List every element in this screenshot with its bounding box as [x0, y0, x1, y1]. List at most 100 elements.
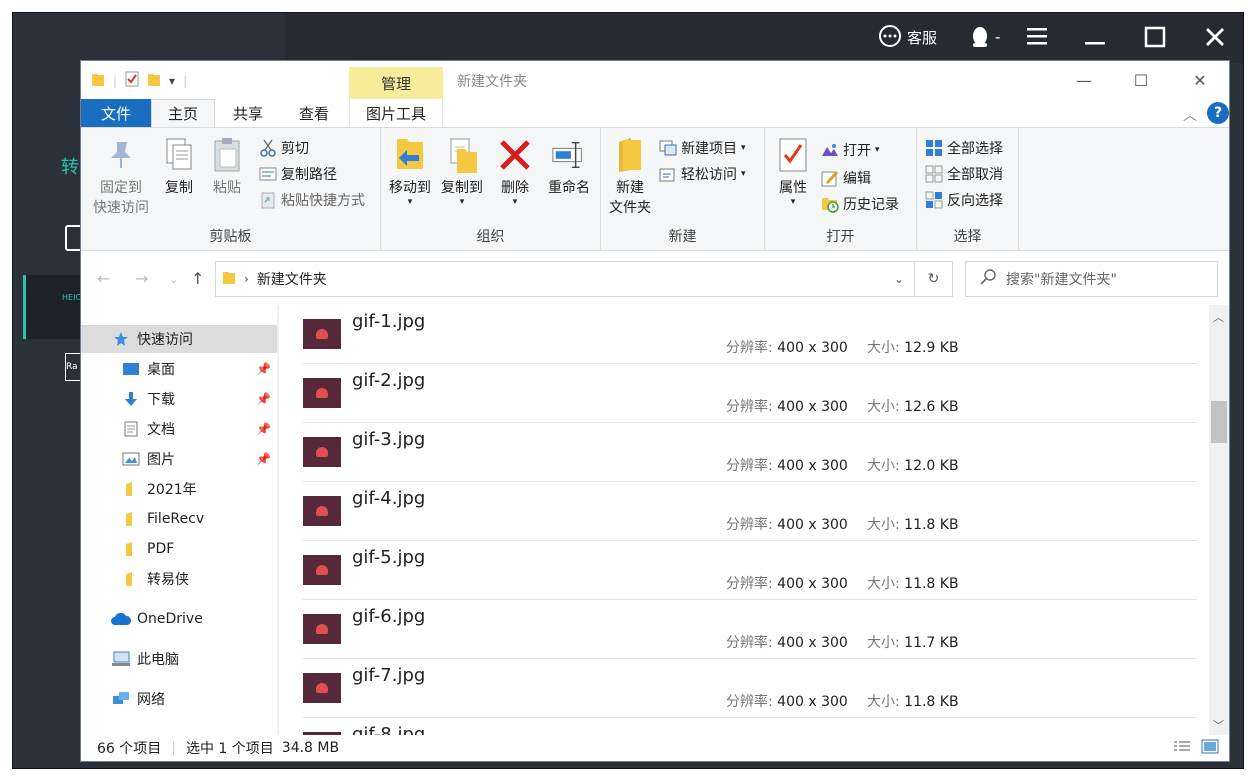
new-item-button[interactable]: 新建项目 ▾: [659, 138, 746, 158]
nav-folder-zhuanyixia[interactable]: 转易侠: [81, 565, 277, 593]
select-all-button[interactable]: 全部选择: [925, 138, 1003, 158]
details-view-icon[interactable]: [1173, 740, 1191, 758]
tab-home[interactable]: 主页: [151, 99, 215, 127]
search-input[interactable]: 搜索"新建文件夹": [965, 261, 1218, 297]
scroll-thumb[interactable]: [1211, 401, 1227, 443]
customer-service-button[interactable]: 客服: [877, 25, 937, 49]
maximize-icon: [1143, 25, 1167, 49]
edit-button[interactable]: 编辑: [821, 168, 871, 188]
folder-icon: [121, 540, 141, 558]
copy-icon: [161, 134, 197, 176]
file-row[interactable]: gif-5.jpg 分辨率: 400 x 300 大小: 11.8 KB: [303, 541, 1197, 600]
file-row[interactable]: gif-1.jpg 分辨率: 400 x 300 大小: 12.9 KB: [303, 305, 1197, 364]
easy-access-button[interactable]: 轻松访问 ▾: [659, 164, 746, 184]
file-name: gif-2.jpg: [352, 370, 426, 391]
file-row[interactable]: gif-4.jpg 分辨率: 400 x 300 大小: 11.8 KB: [303, 482, 1197, 541]
tab-file[interactable]: 文件: [81, 99, 151, 127]
back-arrow-icon[interactable]: ←: [97, 269, 110, 288]
pin-icon: 📌: [256, 392, 271, 406]
customize-dropdown-icon[interactable]: ▾: [169, 74, 175, 88]
new-folder-qat-icon[interactable]: [147, 71, 161, 90]
copy-to-button[interactable]: 复制到 ▾: [437, 134, 487, 207]
address-dropdown-icon[interactable]: ⌄: [894, 272, 904, 286]
copy-path-button[interactable]: 复制路径: [259, 164, 337, 184]
breadcrumb-current[interactable]: 新建文件夹: [257, 269, 327, 289]
file-row[interactable]: gif-6.jpg 分辨率: 400 x 300 大小: 11.7 KB: [303, 600, 1197, 659]
resolution-label: 分辨率:: [726, 694, 773, 710]
properties-qat-icon[interactable]: [125, 71, 139, 90]
open-button[interactable]: 打开 ▾: [821, 140, 880, 160]
nav-onedrive[interactable]: OneDrive: [81, 605, 277, 633]
size-label: 大小:: [867, 694, 900, 710]
history-button[interactable]: 历史记录: [821, 194, 899, 214]
ribbon-tabs: 文件 主页 共享 查看 图片工具 ︿ ?: [81, 99, 1229, 127]
refresh-button[interactable]: ↻: [915, 261, 953, 297]
invert-selection-button[interactable]: 反向选择: [925, 190, 1003, 210]
paste-shortcut-button[interactable]: 粘贴快捷方式: [259, 190, 365, 210]
copy-button[interactable]: 复制: [157, 134, 201, 198]
size-value: 11.8 KB: [904, 576, 959, 592]
resolution-value: 400 x 300: [777, 576, 848, 592]
scroll-down-icon[interactable]: ﹀: [1213, 717, 1224, 733]
delete-button[interactable]: 删除 ▾: [493, 134, 537, 207]
minimize-app-button[interactable]: [1083, 25, 1107, 47]
file-row[interactable]: gif-7.jpg 分辨率: 400 x 300 大小: 11.8 KB: [303, 659, 1197, 718]
file-row[interactable]: gif-2.jpg 分辨率: 400 x 300 大小: 12.6 KB: [303, 364, 1197, 423]
easy-access-icon: [659, 165, 677, 183]
breadcrumb-chevron-icon: ›: [244, 272, 249, 286]
nav-quick-access[interactable]: 快速访问: [81, 325, 277, 353]
new-folder-label-2: 文件夹: [609, 200, 651, 216]
recent-dropdown-icon[interactable]: ⌄: [169, 273, 178, 286]
paste-button[interactable]: 粘贴: [205, 134, 249, 198]
nav-folder-2021[interactable]: 2021年: [81, 475, 277, 503]
help-icon[interactable]: ?: [1207, 102, 1229, 124]
image-thumbnail: [303, 555, 341, 585]
tab-view[interactable]: 查看: [281, 99, 347, 127]
vertical-scrollbar[interactable]: ︿ ﹀: [1209, 305, 1229, 735]
group-organize: 移动到 ▾ 复制到 ▾ 删除 ▾ 重命名 组织: [381, 128, 601, 250]
pin-quick-access-button[interactable]: 固定到 快速访问: [89, 134, 153, 218]
nav-pictures[interactable]: 图片 📌: [81, 445, 277, 473]
scroll-up-icon[interactable]: ︿: [1213, 309, 1224, 325]
explorer-maximize-button[interactable]: ☐: [1128, 67, 1154, 93]
cut-button[interactable]: 剪切: [259, 138, 309, 158]
quick-access-toolbar: | ▾ |: [91, 71, 187, 90]
cloud-icon: [111, 610, 131, 628]
address-box[interactable]: › 新建文件夹 ⌄: [215, 261, 915, 297]
menu-button[interactable]: [1025, 25, 1049, 47]
properties-button[interactable]: 属性 ▾: [771, 134, 815, 207]
nav-folder-filerecv[interactable]: FileRecv: [81, 505, 277, 533]
nav-downloads[interactable]: 下载 📌: [81, 385, 277, 413]
file-row[interactable]: gif-3.jpg 分辨率: 400 x 300 大小: 12.0 KB: [303, 423, 1197, 482]
move-to-button[interactable]: 移动到 ▾: [385, 134, 435, 207]
nav-folder-pdf[interactable]: PDF: [81, 535, 277, 563]
collapse-ribbon-icon[interactable]: ︿: [1183, 105, 1197, 125]
tab-picture-tools[interactable]: 图片工具: [349, 99, 443, 127]
customer-service-label: 客服: [907, 28, 938, 47]
nav-network[interactable]: 网络: [81, 685, 277, 713]
file-row[interactable]: gif-8.jpg: [303, 718, 1197, 735]
select-none-button[interactable]: 全部取消: [925, 164, 1003, 184]
context-tab-manage[interactable]: 管理: [349, 67, 443, 99]
dropdown-arrow-icon: ▾: [790, 197, 796, 207]
explorer-minimize-button[interactable]: —: [1071, 67, 1097, 93]
easy-access-label: 轻松访问: [681, 167, 737, 183]
maximize-app-button[interactable]: [1143, 25, 1167, 49]
user-button[interactable]: -: [969, 25, 1000, 49]
nav-desktop[interactable]: 桌面 📌: [81, 355, 277, 383]
explorer-close-button[interactable]: ✕: [1187, 67, 1213, 93]
tab-share[interactable]: 共享: [217, 99, 279, 127]
up-arrow-icon[interactable]: ↑: [191, 269, 204, 288]
new-folder-button[interactable]: 新建 文件夹: [605, 134, 655, 218]
forward-arrow-icon[interactable]: →: [135, 269, 148, 288]
size-label: 大小:: [867, 458, 900, 474]
nav-documents[interactable]: 文档 📌: [81, 415, 277, 443]
close-app-button[interactable]: [1203, 25, 1227, 49]
rename-button[interactable]: 重命名: [541, 134, 597, 198]
resolution-label: 分辨率:: [726, 340, 773, 356]
paste-shortcut-icon: [259, 191, 277, 209]
nav-this-pc[interactable]: 此电脑: [81, 645, 277, 673]
large-icons-view-icon[interactable]: [1201, 739, 1219, 759]
heic-nav-item[interactable]: HEIC: [26, 275, 81, 339]
selected-count: 选中 1 个项目: [185, 741, 274, 757]
